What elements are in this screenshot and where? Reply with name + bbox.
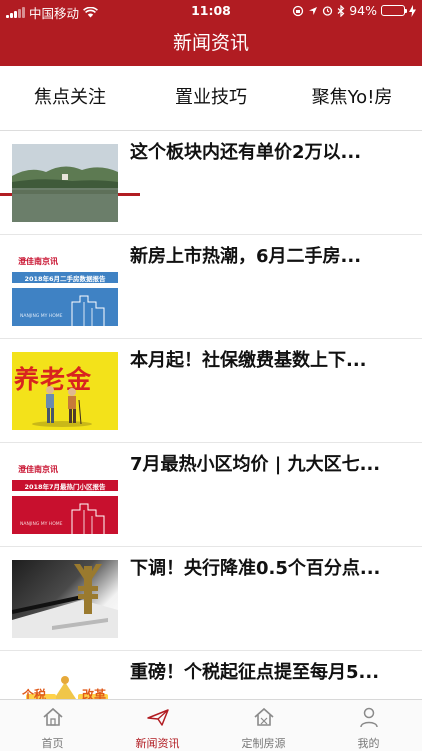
news-title: 本月起！社保缴费基数上下... xyxy=(130,350,367,371)
thumb-caption: 2018年7月最热门小区报告 xyxy=(24,483,106,491)
status-bar: 中国移动 11:08 94% xyxy=(0,0,422,22)
battery-percent: 94% xyxy=(349,3,377,18)
news-item[interactable]: 养老金 本月起！社保缴费基数上下... xyxy=(0,339,422,443)
home-icon xyxy=(43,707,63,726)
thumb-brand: 澄佳南京讯 xyxy=(18,257,58,266)
news-title: 新房上市热潮，6月二手房... xyxy=(130,246,362,267)
app-header: 中国移动 11:08 94% 新闻资讯 xyxy=(0,0,422,66)
charging-bolt-icon xyxy=(409,4,416,17)
thumb-text-left: 个税 xyxy=(22,688,47,699)
bluetooth-icon xyxy=(337,4,345,17)
tabbar-custom-listings[interactable]: 定制房源 xyxy=(211,700,316,751)
location-arrow-icon xyxy=(309,6,318,15)
tabbar-label: 新闻资讯 xyxy=(135,737,180,750)
news-title: 这个板块内还有单价2万以... xyxy=(130,142,362,163)
news-item[interactable]: 个税 改革 重磅！个税起征点提至每月5... xyxy=(0,651,422,699)
person-icon xyxy=(360,707,378,728)
orientation-lock-icon xyxy=(293,5,304,16)
news-list: 这个板块内还有单价2万以... 澄佳南京讯 2018年6月二手房数据报告 NAN… xyxy=(0,131,422,699)
tabbar-profile[interactable]: 我的 xyxy=(316,700,421,751)
news-title: 下调！央行降准0.5个百分点... xyxy=(130,558,381,579)
news-item[interactable]: 澄佳南京讯 2018年6月二手房数据报告 NANJING MY HOME 新房上… xyxy=(0,235,422,339)
news-item[interactable]: 下调！央行降准0.5个百分点... xyxy=(0,547,422,651)
news-thumbnail-tax: 个税 改革 xyxy=(12,664,118,699)
news-title: 7月最热小区均价 | 九大区七... xyxy=(130,454,381,475)
battery-icon xyxy=(381,5,407,16)
page-title: 新闻资讯 xyxy=(172,32,249,54)
news-item[interactable]: 澄佳南京讯 2018年7月最热门小区报告 NANJING MY HOME 7月最… xyxy=(0,443,422,547)
tabbar-home[interactable]: 首页 xyxy=(0,700,105,751)
news-thumbnail-report: 澄佳南京讯 2018年7月最热门小区报告 NANJING MY HOME xyxy=(12,456,118,534)
news-item[interactable]: 这个板块内还有单价2万以... xyxy=(0,131,422,235)
thumb-brand: 澄佳南京讯 xyxy=(18,465,58,474)
thumb-caption: 2018年6月二手房数据报告 xyxy=(24,275,106,283)
tab-yo-house[interactable]: 聚焦Yo!房 xyxy=(282,66,422,130)
tabbar-news[interactable]: 新闻资讯 xyxy=(105,700,210,751)
tab-buying-tips[interactable]: 置业技巧 xyxy=(140,66,282,130)
news-thumbnail-report: 澄佳南京讯 2018年6月二手房数据报告 NANJING MY HOME xyxy=(12,248,118,326)
news-thumbnail-yuan xyxy=(12,560,118,638)
bottom-tab-bar: 首页 新闻资讯 定制房源 我的 xyxy=(0,699,422,751)
category-tabs: 焦点关注 置业技巧 聚焦Yo!房 xyxy=(0,66,422,196)
paper-plane-icon xyxy=(147,709,169,726)
thumb-tag: NANJING MY HOME xyxy=(20,314,63,319)
thumb-text-right: 改革 xyxy=(82,688,107,699)
tab-focus[interactable]: 焦点关注 xyxy=(0,66,140,130)
house-custom-icon xyxy=(254,707,274,726)
tabbar-label: 定制房源 xyxy=(241,737,286,750)
news-thumbnail-lake xyxy=(12,144,118,222)
news-thumbnail-pension: 养老金 xyxy=(12,352,118,430)
thumb-tag: NANJING MY HOME xyxy=(20,522,63,527)
news-title: 重磅！个税起征点提至每月5... xyxy=(130,662,380,683)
tabbar-label: 我的 xyxy=(357,737,380,750)
alarm-icon xyxy=(323,6,333,16)
tabbar-label: 首页 xyxy=(41,737,64,750)
